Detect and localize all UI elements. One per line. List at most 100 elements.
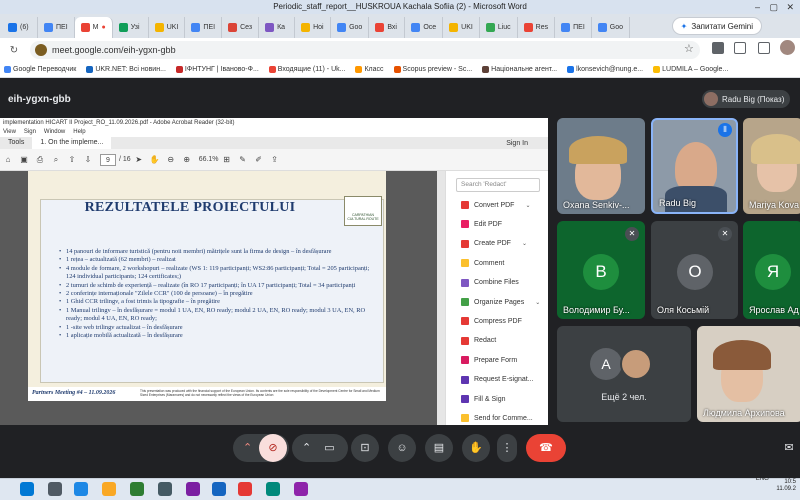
next-page-icon[interactable]: ⇩ [80,155,96,164]
mic-toggle-button[interactable]: ⊘ [259,434,287,462]
raise-hand-button[interactable]: ✋ [462,434,490,462]
bookmark-item[interactable]: Google Переводчик [4,66,76,73]
camera-menu-button[interactable]: ⌃ ▭ [292,434,348,462]
browser-tab[interactable]: Узі [113,17,149,38]
side-panel-icon[interactable] [758,42,770,54]
tool-item[interactable]: Organize Pages ⌄ [461,298,540,306]
bookmark-star-icon[interactable]: ☆ [684,42,694,55]
tab-document[interactable]: 1. On the impleme... [32,137,112,149]
browser-tab[interactable]: ПЕІ [185,17,223,38]
app-icon[interactable] [158,482,172,496]
participant-tile-mariya[interactable]: Mariya Kova [743,118,800,214]
search-icon[interactable]: ⌕ [48,155,64,165]
chrome-icon[interactable] [238,482,252,496]
maximize-icon[interactable]: ▢ [769,0,778,14]
address-bar[interactable]: meet.google.com/eih-ygxn-gbb [30,41,700,59]
bookmark-item[interactable]: lkonsevich@nung.e... [567,66,643,73]
pdf-scrollbar[interactable] [437,171,445,425]
browser-tab[interactable]: Вхі [369,17,406,38]
site-info-icon[interactable] [35,44,47,56]
tool-item[interactable]: Request E-signat... [461,375,534,384]
tool-item[interactable]: Send for Comme... [461,414,533,423]
browser-tab[interactable]: Сез [222,17,260,38]
zoom-out-icon[interactable]: ⊖ [163,155,179,164]
fit-icon[interactable]: ⊞ [219,155,235,164]
comment-icon[interactable]: ✎ [235,155,251,164]
tool-item[interactable]: Convert PDF ⌄ [461,201,531,209]
tab-tools[interactable]: Tools [0,137,32,149]
zoom-in-icon[interactable]: ⊕ [179,155,195,164]
tools-search-input[interactable]: Search 'Redact' [456,178,540,192]
bookmark-item[interactable]: Входящие (11) - Uk... [268,66,345,73]
present-button[interactable]: ⊡ [351,434,379,462]
chevron-down-icon[interactable]: ⌄ [535,299,540,306]
participant-tile-volodymyr[interactable]: В ✕ Володимир Бу... [557,221,645,319]
browser-tab[interactable]: Res [518,17,556,38]
reactions-button[interactable]: ☺ [388,434,416,462]
save-icon[interactable]: ▣ [16,155,32,164]
windows-start-icon[interactable] [20,482,34,496]
clock-date[interactable]: 11.09.2 [776,486,796,492]
print-icon[interactable]: ⎙ [32,155,48,165]
tool-item[interactable]: Create PDF ⌄ [461,239,527,248]
chrome-icon[interactable] [266,482,280,496]
more-options-button[interactable]: ⋮ [497,434,517,462]
close-icon[interactable]: ✕ [786,0,794,14]
participant-tile-oxana[interactable]: Oxana Senkiv-... [557,118,645,214]
browser-tab[interactable]: ПЕІ [38,17,75,38]
profile-avatar[interactable] [780,40,795,55]
extension-icon[interactable] [712,42,724,54]
participant-tile-yaroslav[interactable]: Я Ярослав Ад [743,221,800,319]
select-cursor-icon[interactable]: ➤ [131,155,147,164]
browser-tab[interactable]: Ноі [295,17,332,38]
reload-icon[interactable]: ↻ [6,45,22,56]
browser-tab[interactable]: Осе [405,17,444,38]
app-icon[interactable] [294,482,308,496]
chevron-down-icon[interactable]: ⌄ [522,240,527,247]
bookmark-item[interactable]: Національне агент... [482,66,557,73]
captions-button[interactable]: ▤ [425,434,453,462]
chat-button[interactable]: ✉ [778,434,800,462]
minimize-icon[interactable]: – [755,0,760,14]
tool-item[interactable]: Edit PDF [461,220,502,229]
prev-page-icon[interactable]: ⇧ [64,155,80,164]
browser-tab[interactable]: (6) [2,17,38,38]
app-icon[interactable] [130,482,144,496]
clock-time[interactable]: 10:5 [784,479,796,485]
leave-call-button[interactable]: ☎ [526,434,566,462]
browser-tab[interactable]: Liuc [480,17,518,38]
bookmark-item[interactable]: Scopus preview - Sc... [393,66,472,73]
acrobat-menu-item[interactable]: Window [44,128,65,137]
cast-icon[interactable] [734,42,746,54]
acrobat-menu-item[interactable]: Help [73,128,85,137]
browser-tab[interactable]: Ка [259,17,296,38]
acrobat-menu-item[interactable]: View [3,128,16,137]
participant-tile-olya[interactable]: О ✕ Оля Косьмій [651,221,738,319]
tool-item[interactable]: Prepare Form [461,356,517,365]
language-indicator[interactable]: ENG [756,476,769,482]
browser-tab[interactable]: М ● [74,17,113,38]
page-number-input[interactable]: 9 [100,153,116,166]
home-icon[interactable]: ⌂ [0,155,16,164]
highlight-icon[interactable]: ✐ [251,155,267,164]
tool-item[interactable]: Fill & Sign [461,395,506,403]
gemini-button[interactable]: ✦ Запитати Gemini [671,17,762,35]
edge-icon[interactable] [74,482,88,496]
presenter-chip[interactable]: Radu Big (Показ) [702,90,791,108]
participant-tile-radu[interactable]: ⦀ Radu Big [651,118,738,214]
tool-item[interactable]: Comment [461,259,504,268]
hand-tool-icon[interactable]: ✋ [147,155,163,164]
file-explorer-icon[interactable] [102,482,116,496]
zoom-level[interactable]: 66.1% [199,156,219,163]
tool-item[interactable]: Redact [461,336,496,345]
browser-tab[interactable]: ПЕІ [555,17,592,38]
browser-tab[interactable]: Goo [331,17,370,38]
others-tile[interactable]: A Ещё 2 чел. [557,326,691,422]
sign-in-link[interactable]: Sign In [506,140,528,147]
bookmark-item[interactable]: UKR.NET: Всі новин... [86,66,166,73]
acrobat-menu-item[interactable]: Sign [24,128,36,137]
task-view-icon[interactable] [48,482,62,496]
browser-tab[interactable]: Goo [592,17,631,38]
chevron-down-icon[interactable]: ⌄ [525,202,530,209]
app-icon[interactable] [186,482,200,496]
